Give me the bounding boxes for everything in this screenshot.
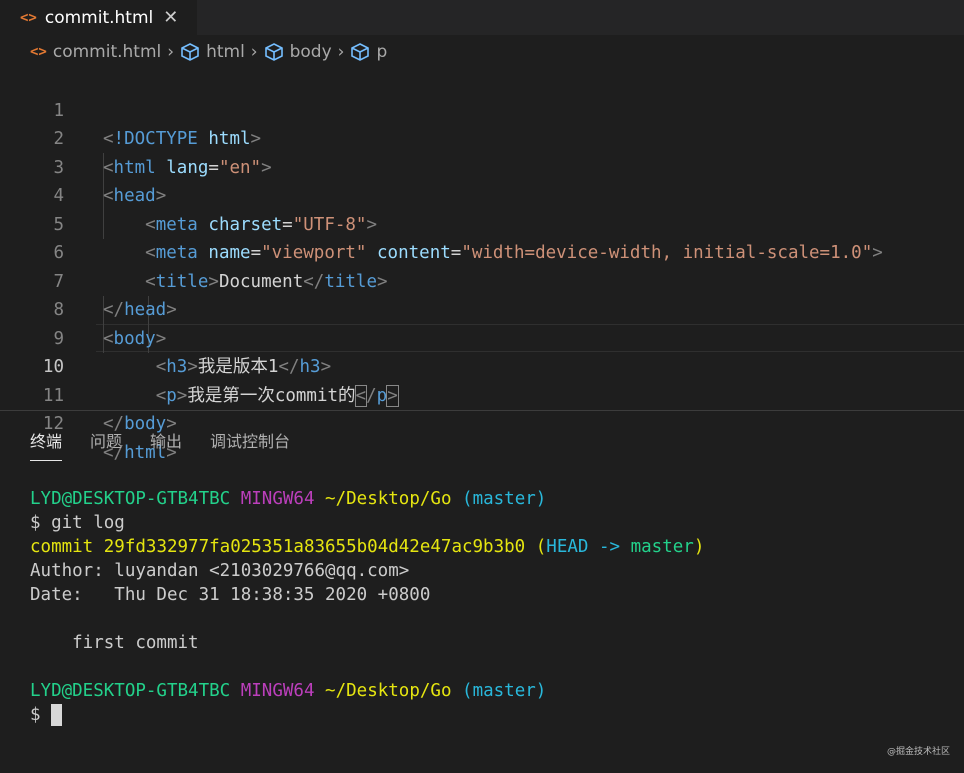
terminal-author-line: Author: luyandan <2103029766@qq.com> [30,561,410,581]
code-line: 9 <h3>我是版本1</h3> [0,296,964,378]
cube-icon [264,43,283,61]
terminal-commit-line: commit 29fd332977fa025351a83655b04d42e47… [30,537,705,557]
terminal-date-line: Date: Thu Dec 31 18:38:35 2020 +0800 [30,585,431,605]
breadcrumb-item-body[interactable]: body [264,42,332,62]
code-line: 8 <body> [0,268,964,349]
code-line: 11 </body> [0,353,964,435]
terminal-input-line[interactable]: $ [30,703,704,727]
chevron-right-icon: › [250,42,258,62]
code-line: 12 </html> [0,382,964,463]
terminal[interactable]: LYD@DESKTOP-GTB4TBC MINGW64 ~/Desktop/Go… [30,487,704,727]
breadcrumb: <> commit.html › html › body › p [0,36,964,68]
breadcrumb-item-p[interactable]: p [350,42,387,62]
editor-tab-bar: <> commit.html ✕ [0,0,964,35]
code-line: 6 <title>Document</title> [0,211,964,292]
tab-commit-html[interactable]: <> commit.html ✕ [0,0,197,35]
breadcrumb-file[interactable]: commit.html [53,42,161,62]
tab-output[interactable]: 输出 [150,428,182,461]
code-editor[interactable]: 1 <!DOCTYPE html> 2 <html lang="en"> 3 <… [0,68,964,463]
code-line: 4 <meta charset="UTF-8"> [0,154,964,235]
tab-problems[interactable]: 问题 [90,428,122,461]
breadcrumb-item-html[interactable]: html [180,42,245,62]
terminal-prompt-line: LYD@DESKTOP-GTB4TBC MINGW64 ~/Desktop/Go… [30,681,547,701]
breadcrumb-label: html [206,42,245,62]
code-line: 2 <html lang="en"> [0,97,964,178]
chevron-right-icon: › [167,42,175,62]
terminal-prompt-line: LYD@DESKTOP-GTB4TBC MINGW64 ~/Desktop/Go… [30,489,547,509]
panel-divider [0,410,964,411]
close-icon[interactable]: ✕ [163,7,178,28]
terminal-cursor [51,704,63,726]
breadcrumb-label: p [376,42,388,62]
tab-debug-console[interactable]: 调试控制台 [210,428,290,461]
html-file-icon: <> [20,9,37,26]
code-line-active: 10 <p>我是第一次commit的</p> [0,325,964,407]
watermark: @掘金技术社区 [886,747,950,757]
terminal-message-line: first commit [30,633,199,653]
code-line: 1 <!DOCTYPE html> [0,68,964,150]
code-line: 7 </head> [0,239,964,321]
tab-label: commit.html [44,7,154,28]
code-line: 3 <head> [0,125,964,207]
cube-icon [351,43,370,61]
html-file-icon: <> [30,44,47,60]
tab-terminal[interactable]: 终端 [30,428,63,461]
terminal-command-line: $ git log [30,513,125,533]
cube-icon [181,43,199,61]
panel-tabs: 终端 问题 输出 调试控制台 [30,428,318,461]
code-line: 5 <meta name="viewport" content="width=d… [0,182,964,264]
chevron-right-icon: › [337,42,345,62]
breadcrumb-label: body [289,42,332,62]
